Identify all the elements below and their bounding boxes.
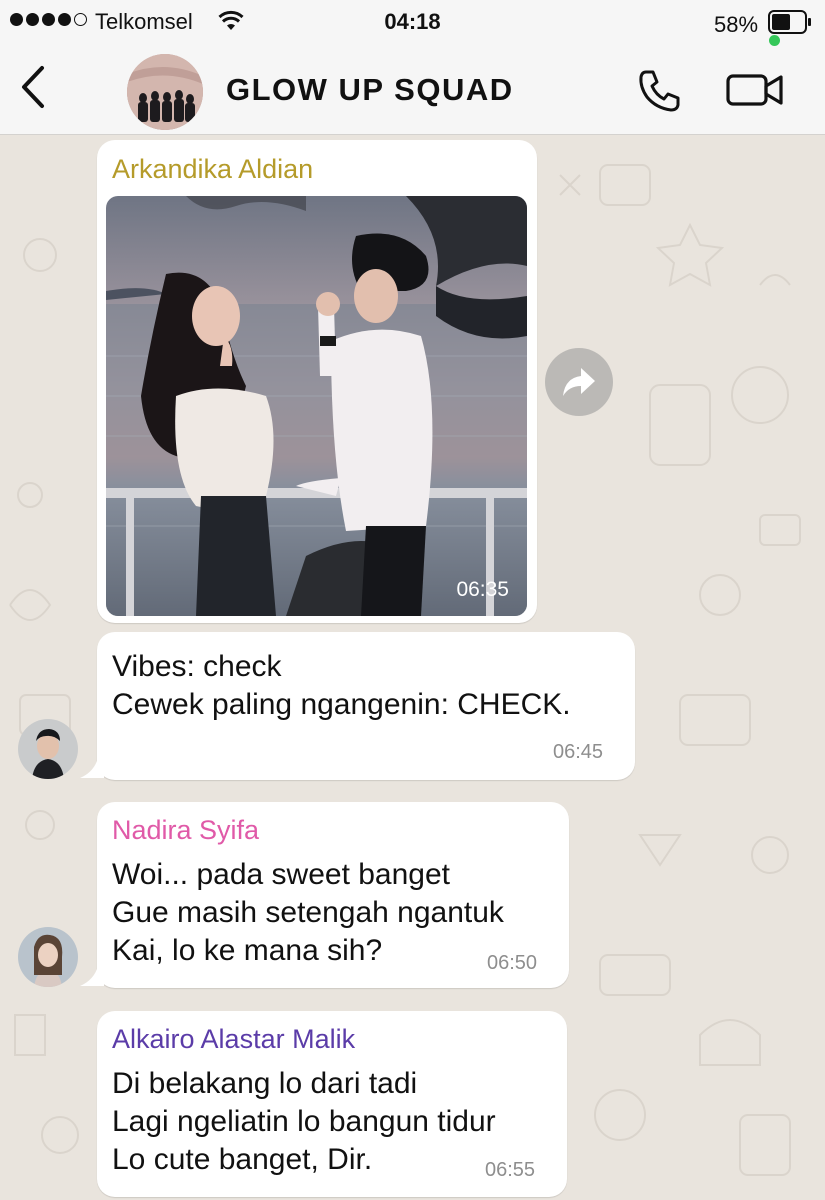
phone-icon[interactable] (636, 66, 684, 114)
clock: 04:18 (384, 9, 441, 34)
message-sender[interactable]: Alkairo Alastar Malik (112, 1024, 355, 1055)
message-sender[interactable]: Arkandika Aldian (112, 154, 313, 185)
chat-title[interactable]: GLOW UP SQUAD (226, 72, 514, 108)
message-line: Vibes: check (112, 650, 282, 683)
avatar[interactable] (18, 927, 78, 987)
message-timestamp: 06:50 (487, 952, 538, 974)
avatar[interactable] (18, 719, 78, 779)
message-line: Gue masih setengah ngantuk (112, 896, 504, 929)
forward-button[interactable] (545, 348, 613, 416)
group-avatar[interactable] (127, 54, 203, 130)
battery-percentage: 58% (714, 12, 759, 37)
active-indicator-dot (769, 35, 780, 46)
text-message-bubble[interactable]: Alkairo Alastar Malik Di belakang lo dar… (97, 1011, 567, 1197)
chat-header: GLOW UP SQUAD (0, 46, 825, 135)
video-camera-icon[interactable] (726, 70, 784, 110)
message-line: Lo cute banget, Dir. (112, 1143, 373, 1176)
battery-icon (768, 10, 811, 34)
forward-arrow-icon (563, 368, 595, 396)
message-line: Woi... pada sweet banget (112, 858, 450, 891)
image-message-bubble[interactable]: Arkandika Aldian 06:35 (97, 140, 537, 623)
bubble-tail (80, 758, 104, 778)
message-line: Di belakang lo dari tadi (112, 1067, 418, 1100)
bubble-tail (80, 966, 104, 986)
status-bar: Telkomsel 04:18 58% (0, 0, 825, 46)
message-line: Lagi ngeliatin lo bangun tidur (112, 1105, 496, 1138)
back-chevron-icon[interactable] (18, 64, 48, 110)
message-timestamp: 06:35 (456, 578, 509, 601)
shared-photo[interactable]: 06:35 (106, 196, 527, 616)
message-timestamp: 06:45 (553, 741, 604, 763)
chat-area: Arkandika Aldian 06:35 Vibes: check Cewe… (0, 135, 825, 1200)
text-message-bubble[interactable]: Nadira Syifa Woi... pada sweet banget Gu… (97, 802, 569, 988)
message-timestamp: 06:55 (485, 1159, 536, 1181)
message-line: Kai, lo ke mana sih? (112, 934, 383, 967)
message-sender[interactable]: Nadira Syifa (112, 815, 259, 846)
message-line: Cewek paling ngangenin: CHECK. (112, 688, 571, 721)
text-message-bubble[interactable]: Vibes: check Cewek paling ngangenin: CHE… (97, 632, 635, 780)
